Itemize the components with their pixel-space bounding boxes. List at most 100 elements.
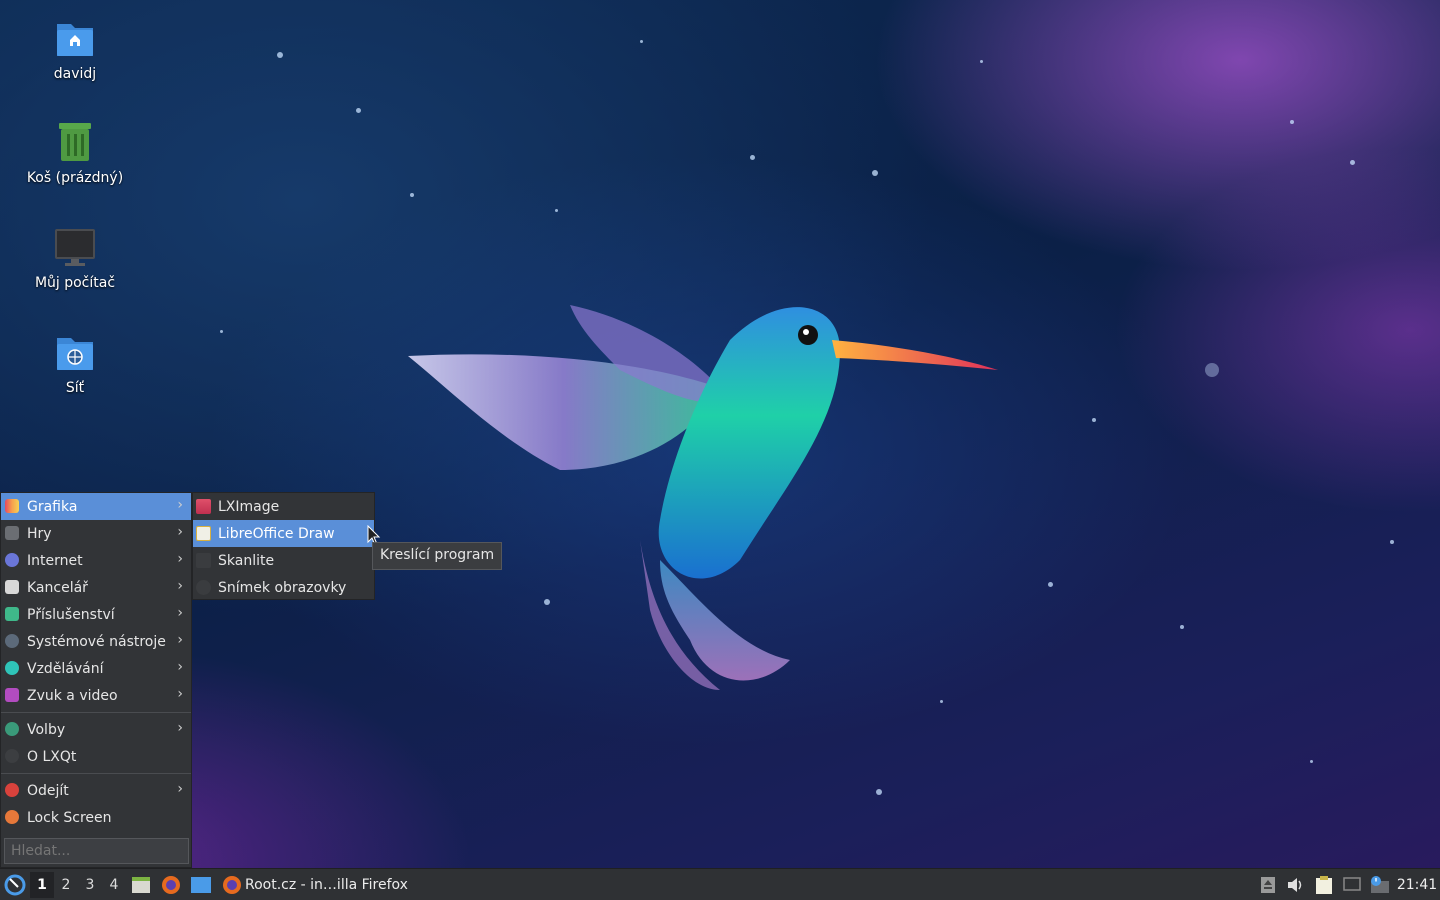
desktop-switch-2[interactable]: 2: [54, 872, 78, 898]
graphics-icon: [5, 499, 19, 513]
volume-icon: [1288, 877, 1302, 892]
tray-volume[interactable]: [1282, 870, 1310, 900]
menu-item-label: Systémové nástroje: [27, 633, 166, 650]
desktop-icon-computer[interactable]: Můj počítač: [20, 225, 130, 291]
submenu-item-skanlite[interactable]: Skanlite: [193, 547, 374, 574]
menu-item-label: Zvuk a video: [27, 687, 118, 704]
leave-icon: [5, 783, 19, 797]
chevron-right-icon: ›: [177, 781, 183, 797]
tray-clipboard[interactable]: [1310, 870, 1338, 900]
clock[interactable]: 21:41: [1394, 877, 1440, 893]
task-label: Root.cz - in…illa Firefox: [245, 876, 408, 893]
start-menu-button[interactable]: [0, 870, 30, 900]
menu-item-label: Odejít: [27, 782, 69, 799]
menu-item-internet[interactable]: Internet ›: [1, 547, 191, 574]
menu-item-zvuk-a-video[interactable]: Zvuk a video ›: [1, 682, 191, 709]
menu-item-hry[interactable]: Hry ›: [1, 520, 191, 547]
menu-item-lock-screen[interactable]: Lock Screen: [1, 804, 191, 831]
menu-search-input[interactable]: [4, 838, 189, 864]
desktop-switch-3[interactable]: 3: [78, 872, 102, 898]
taskbar-task-firefox[interactable]: Root.cz - in…illa Firefox: [216, 870, 414, 900]
menu-item-label: Internet: [27, 552, 83, 569]
menu-item-prislusenstvi[interactable]: Příslušenství ›: [1, 601, 191, 628]
chevron-right-icon: ›: [177, 605, 183, 621]
desktop-icon-network[interactable]: Síť: [20, 330, 130, 396]
desktop-icon-home[interactable]: davidj: [20, 16, 130, 82]
menu-item-label: O LXQt: [27, 748, 77, 765]
quicklaunch-show-desktop[interactable]: [186, 870, 216, 900]
games-icon: [5, 526, 19, 540]
menu-item-kancelar[interactable]: Kancelář ›: [1, 574, 191, 601]
lock-icon: [5, 810, 19, 824]
accessories-icon: [5, 607, 19, 621]
menu-item-grafika[interactable]: Grafika ›: [1, 493, 191, 520]
desktop-icon-label: Síť: [65, 380, 85, 396]
chevron-right-icon: ›: [177, 578, 183, 594]
scanner-icon: [196, 553, 211, 568]
submenu-item-libreoffice-draw[interactable]: LibreOffice Draw: [193, 520, 374, 547]
tray-removable-media[interactable]: [1254, 870, 1282, 900]
menu-item-label: Hry: [27, 525, 52, 542]
internet-icon: [5, 553, 19, 567]
network-folder-icon: [53, 330, 97, 374]
chevron-right-icon: ›: [177, 659, 183, 675]
chevron-right-icon: ›: [177, 497, 183, 513]
desktop-icon-label: davidj: [53, 66, 97, 82]
chevron-right-icon: ›: [177, 720, 183, 736]
taskbar: 1 2 3 4 Root.cz - in…illa Firefox 21:41: [0, 868, 1440, 900]
hummingbird-wallpaper: [408, 305, 998, 690]
tray-screen[interactable]: [1338, 870, 1366, 900]
submenu-item-snimek-obrazovky[interactable]: Snímek obrazovky: [193, 574, 374, 601]
chevron-right-icon: ›: [177, 551, 183, 567]
desktop-switch-1[interactable]: 1: [30, 871, 54, 898]
quicklaunch-firefox[interactable]: [156, 870, 186, 900]
chevron-right-icon: ›: [177, 524, 183, 540]
tray-network[interactable]: [1366, 870, 1394, 900]
system-tools-icon: [5, 634, 19, 648]
screen-icon: [1343, 876, 1361, 891]
desktop-icon-trash[interactable]: Koš (prázdný): [20, 120, 130, 186]
firefox-icon: [223, 875, 241, 894]
submenu-item-label: LibreOffice Draw: [218, 525, 335, 542]
desktop-switch-4[interactable]: 4: [102, 872, 126, 898]
tooltip: Kreslící program: [372, 542, 503, 570]
network-notification-icon: [1371, 875, 1389, 893]
chevron-right-icon: ›: [177, 686, 183, 702]
removable-media-icon: [1261, 876, 1275, 893]
menu-item-volby[interactable]: Volby ›: [1, 716, 191, 743]
submenu-item-label: Snímek obrazovky: [218, 579, 347, 596]
libreoffice-draw-icon: [196, 526, 211, 541]
menu-item-label: Lock Screen: [27, 809, 112, 826]
menu-item-label: Volby: [27, 721, 66, 738]
file-manager-icon: [132, 876, 150, 893]
quicklaunch-file-manager[interactable]: [126, 870, 156, 900]
preferences-icon: [5, 722, 19, 736]
office-icon: [5, 580, 19, 594]
menu-item-vzdelavani[interactable]: Vzdělávání ›: [1, 655, 191, 682]
menu-item-label: Vzdělávání: [27, 660, 104, 677]
menu-separator: [1, 773, 191, 774]
desktop-icon-label: Můj počítač: [34, 275, 116, 291]
menu-item-o-lxqt[interactable]: O LXQt: [1, 743, 191, 770]
menu-item-systemove-nastroje[interactable]: Systémové nástroje ›: [1, 628, 191, 655]
chevron-right-icon: ›: [177, 632, 183, 648]
application-menu: Grafika › Hry › Internet › Kancelář › Př…: [0, 492, 192, 868]
screenshot-icon: [196, 580, 211, 595]
submenu-item-label: LXImage: [218, 498, 280, 515]
firefox-icon: [162, 875, 180, 894]
system-tray: 21:41: [1254, 870, 1440, 900]
submenu-item-lximage[interactable]: LXImage: [193, 493, 374, 520]
show-desktop-icon: [191, 876, 211, 893]
menu-item-label: Grafika: [27, 498, 78, 515]
submenu-item-label: Skanlite: [218, 552, 275, 569]
menu-separator: [1, 712, 191, 713]
trash-icon: [53, 120, 97, 164]
desktop-icon-label: Koš (prázdný): [26, 170, 124, 186]
home-folder-icon: [53, 16, 97, 60]
clipboard-icon: [1316, 875, 1332, 894]
about-icon: [5, 749, 19, 763]
grafika-submenu: LXImage LibreOffice Draw Skanlite Snímek…: [192, 492, 375, 600]
lxqt-logo-icon: [4, 874, 26, 895]
menu-item-label: Příslušenství: [27, 606, 115, 623]
menu-item-odejit[interactable]: Odejít ›: [1, 777, 191, 804]
